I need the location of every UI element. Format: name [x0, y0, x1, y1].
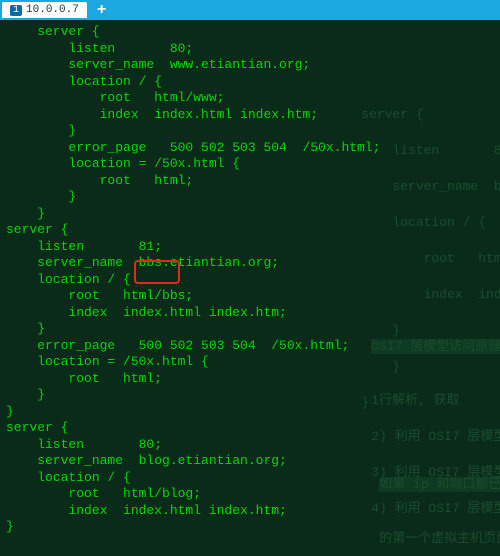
code-line: server {: [6, 24, 100, 39]
code-line: location / {: [6, 74, 162, 89]
code-line: root html/blog;: [6, 486, 201, 501]
tab-title: 10.0.0.7: [26, 4, 79, 16]
tab-terminal[interactable]: 1 10.0.0.7: [2, 2, 87, 18]
code-line: index index.html index.htm;: [6, 503, 287, 518]
highlight-box: [134, 260, 180, 284]
code-line: }: [6, 387, 45, 402]
code-line: }: [6, 519, 14, 534]
code-line: root html/bbs;: [6, 288, 193, 303]
config-code[interactable]: server { listen 80; server_name www.etia…: [0, 20, 500, 540]
code-line: error_page 500 502 503 504 /50x.html;: [6, 140, 380, 155]
code-line: location / {: [6, 470, 131, 485]
code-line: }: [6, 123, 76, 138]
tab-add-button[interactable]: +: [91, 1, 113, 19]
code-line: }: [6, 404, 14, 419]
code-line: server {: [6, 420, 68, 435]
code-line: location = /50x.html {: [6, 156, 240, 171]
code-line: error_page 500 502 503 504 /50x.html;: [6, 338, 349, 353]
terminal-body: server { listen 80; server_name blog.e l…: [0, 20, 500, 540]
code-line: }: [6, 189, 76, 204]
code-line: root html;: [6, 371, 162, 386]
code-line: server_name www.etiantian.org;: [6, 57, 310, 72]
code-line: location / {: [6, 272, 131, 287]
code-line: server_name blog.etiantian.org;: [6, 453, 287, 468]
code-line: listen 80;: [6, 41, 193, 56]
tab-index: 1: [10, 5, 22, 16]
code-line: }: [6, 206, 45, 221]
code-line: listen 80;: [6, 437, 162, 452]
code-line: listen 81;: [6, 239, 162, 254]
code-line: location = /50x.html {: [6, 354, 209, 369]
code-line: root html;: [6, 173, 193, 188]
code-line: }: [6, 321, 45, 336]
tab-bar: 1 10.0.0.7 +: [0, 0, 500, 20]
code-line: root html/www;: [6, 90, 224, 105]
code-line: index index.html index.htm;: [6, 305, 287, 320]
code-line: index index.html index.htm;: [6, 107, 318, 122]
code-line: server {: [6, 222, 68, 237]
